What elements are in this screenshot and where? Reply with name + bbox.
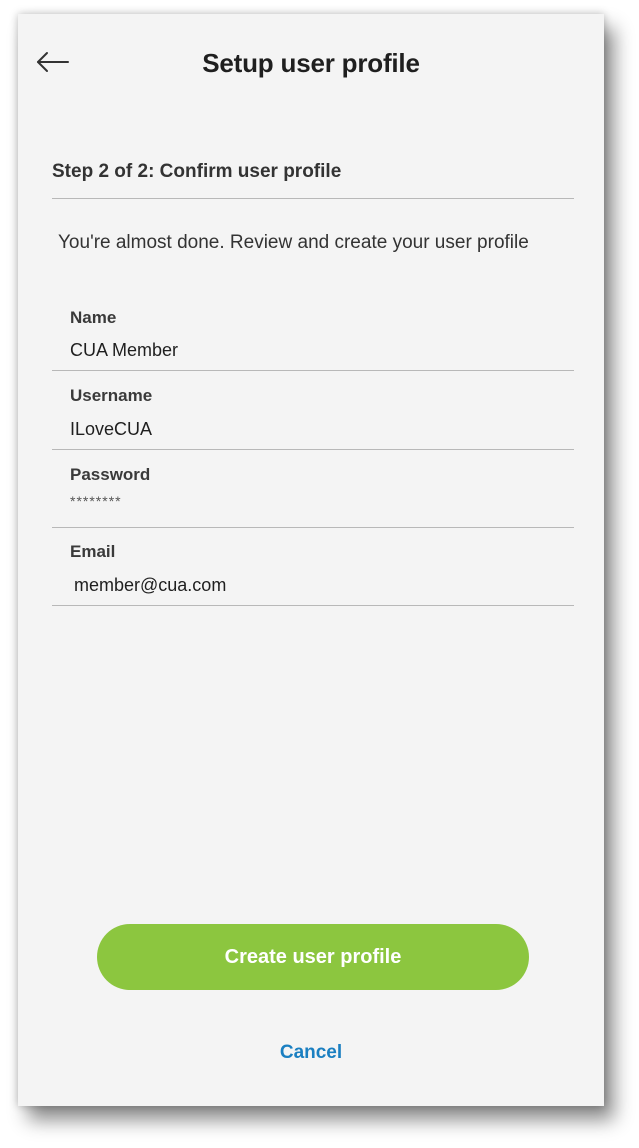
email-label: Email	[70, 542, 116, 561]
create-user-profile-button[interactable]: Create user profile	[97, 924, 529, 990]
password-label: Password	[70, 465, 151, 484]
username-divider	[52, 449, 574, 450]
username-value: ILoveCUA	[70, 419, 153, 439]
password-value: ********	[70, 493, 122, 509]
app-header: Setup user profile	[18, 14, 604, 110]
name-value: CUA Member	[70, 340, 179, 360]
name-divider	[52, 370, 574, 371]
screenshot-stage: Setup user profile Step 2 of 2: Confirm …	[0, 0, 639, 1148]
intro-text: You're almost done. Review and create yo…	[58, 232, 529, 253]
app-screen: Setup user profile Step 2 of 2: Confirm …	[18, 14, 604, 1106]
page-title: Setup user profile	[202, 48, 420, 78]
email-value: member@cua.com	[74, 575, 227, 595]
username-label: Username	[70, 386, 153, 405]
name-label: Name	[70, 308, 117, 327]
password-divider	[52, 527, 574, 528]
email-divider	[52, 605, 574, 606]
step-divider	[52, 198, 574, 199]
cancel-link[interactable]: Cancel	[18, 1042, 604, 1064]
step-title: Step 2 of 2: Confirm user profile	[52, 161, 342, 182]
